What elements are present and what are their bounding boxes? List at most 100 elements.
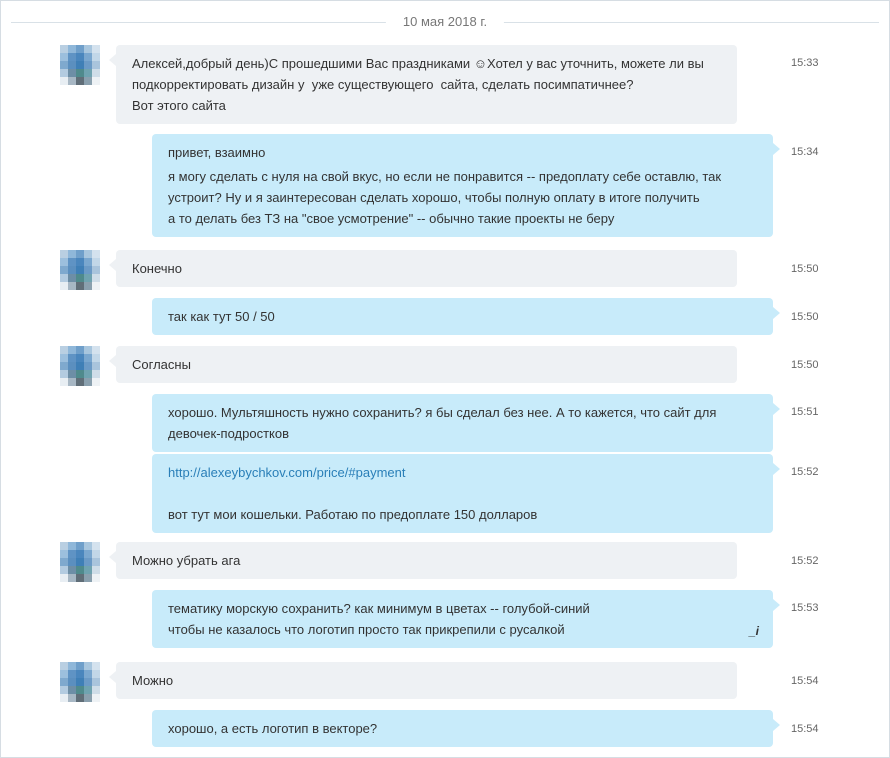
avatar-pixel [84, 694, 92, 702]
message-link[interactable]: http://alexeybychkov.com/price/#payment [168, 462, 757, 483]
avatar-pixel [76, 282, 84, 290]
avatar-pixel [60, 258, 68, 266]
avatar-pixel [84, 662, 92, 670]
avatar-pixel [84, 686, 92, 694]
avatar-pixel [68, 558, 76, 566]
avatar[interactable] [60, 250, 100, 290]
avatar-pixel [76, 362, 84, 370]
avatar-pixel [76, 550, 84, 558]
avatar[interactable] [60, 45, 100, 85]
avatar-pixel [76, 670, 84, 678]
avatar-pixel [76, 274, 84, 282]
message-text-line: тематику морскую сохранить? как минимум … [168, 601, 590, 616]
avatar-pixel [84, 558, 92, 566]
avatar-pixel [84, 566, 92, 574]
avatar-pixel [92, 250, 100, 258]
avatar-pixel [60, 69, 68, 77]
avatar-pixel [60, 45, 68, 53]
avatar-pixel [92, 53, 100, 61]
avatar-pixel [60, 542, 68, 550]
avatar-pixel [68, 378, 76, 386]
avatar-pixel [84, 678, 92, 686]
avatar-pixel [92, 258, 100, 266]
avatar-pixel [76, 53, 84, 61]
avatar-pixel [68, 678, 76, 686]
avatar-pixel [76, 250, 84, 258]
avatar-pixel [84, 77, 92, 85]
chat-window[interactable]: 10 мая 2018 г. Алексей,добрый день)С про… [0, 0, 890, 758]
avatar-pixel [76, 45, 84, 53]
avatar-pixel [84, 282, 92, 290]
avatar-pixel [60, 370, 68, 378]
avatar-pixel [60, 678, 68, 686]
message-text-line: устроит? Ну и я заинтересован сделать хо… [168, 190, 700, 205]
avatar[interactable] [60, 542, 100, 582]
avatar-pixel [60, 346, 68, 354]
avatar-pixel [92, 566, 100, 574]
avatar-pixel [60, 53, 68, 61]
message-bubble[interactable]: Можно [109, 662, 737, 699]
avatar-pixel [60, 558, 68, 566]
message-timestamp: 15:54 [791, 675, 819, 687]
avatar-pixel [60, 250, 68, 258]
avatar[interactable] [60, 346, 100, 386]
avatar-pixel [92, 274, 100, 282]
avatar-pixel [92, 678, 100, 686]
avatar-pixel [76, 370, 84, 378]
message-bubble[interactable]: Конечно [109, 250, 737, 287]
message-timestamp: 15:34 [791, 146, 819, 158]
message-text-line: девочек-подростков [168, 426, 289, 441]
avatar[interactable] [60, 662, 100, 702]
avatar-pixel [76, 574, 84, 582]
avatar-pixel [84, 542, 92, 550]
avatar-pixel [60, 274, 68, 282]
avatar-pixel [76, 694, 84, 702]
message-bubble[interactable]: хорошо, а есть логотип в векторе? [152, 710, 780, 747]
avatar-pixel [92, 45, 100, 53]
message-bubble[interactable]: http://alexeybychkov.com/price/#payment в… [152, 454, 780, 533]
message-timestamp: 15:50 [791, 311, 819, 323]
message-text-line: Согласны [132, 357, 191, 372]
avatar-pixel [76, 542, 84, 550]
avatar-pixel [60, 362, 68, 370]
message-bubble[interactable]: привет, взаимно я могу сделать с нуля на … [152, 134, 780, 237]
avatar-pixel [84, 378, 92, 386]
avatar-pixel [76, 662, 84, 670]
avatar-pixel [92, 550, 100, 558]
avatar-pixel [68, 61, 76, 69]
avatar-pixel [92, 542, 100, 550]
avatar-pixel [60, 354, 68, 362]
message-text-line: Можно [132, 673, 174, 688]
message-text-line: Можно убрать ага [132, 553, 241, 568]
avatar-pixel [92, 694, 100, 702]
avatar-pixel [84, 670, 92, 678]
avatar-pixel [60, 378, 68, 386]
avatar-pixel [60, 566, 68, 574]
avatar-pixel [92, 378, 100, 386]
message-bubble[interactable]: Алексей,добрый день)С прошедшими Вас пра… [109, 45, 737, 124]
avatar-pixel [76, 686, 84, 694]
avatar-pixel [68, 77, 76, 85]
avatar-pixel [60, 670, 68, 678]
avatar-pixel [84, 258, 92, 266]
avatar-pixel [84, 574, 92, 582]
message-bubble[interactable]: тематику морскую сохранить? как минимум … [152, 590, 780, 648]
avatar-pixel [68, 686, 76, 694]
avatar-pixel [84, 45, 92, 53]
avatar-pixel [68, 346, 76, 354]
avatar-pixel [60, 550, 68, 558]
avatar-pixel [92, 61, 100, 69]
edited-icon[interactable]: _i [749, 621, 759, 642]
message-bubble[interactable]: так как тут 50 / 50 [152, 298, 780, 335]
avatar-pixel [76, 346, 84, 354]
message-timestamp: 15:50 [791, 263, 819, 275]
message-bubble[interactable]: Можно убрать ага [109, 542, 737, 579]
message-bubble[interactable]: Согласны [109, 346, 737, 383]
message-timestamp: 15:52 [791, 555, 819, 567]
avatar-pixel [76, 61, 84, 69]
message-text-line: так как тут 50 / 50 [168, 309, 275, 324]
date-divider-label: 10 мая 2018 г. [385, 14, 505, 29]
message-text-line: хорошо, а есть логотип в векторе? [168, 721, 378, 736]
message-bubble[interactable]: хорошо. Мультяшность нужно сохранить? я … [152, 394, 780, 452]
avatar-pixel [68, 45, 76, 53]
